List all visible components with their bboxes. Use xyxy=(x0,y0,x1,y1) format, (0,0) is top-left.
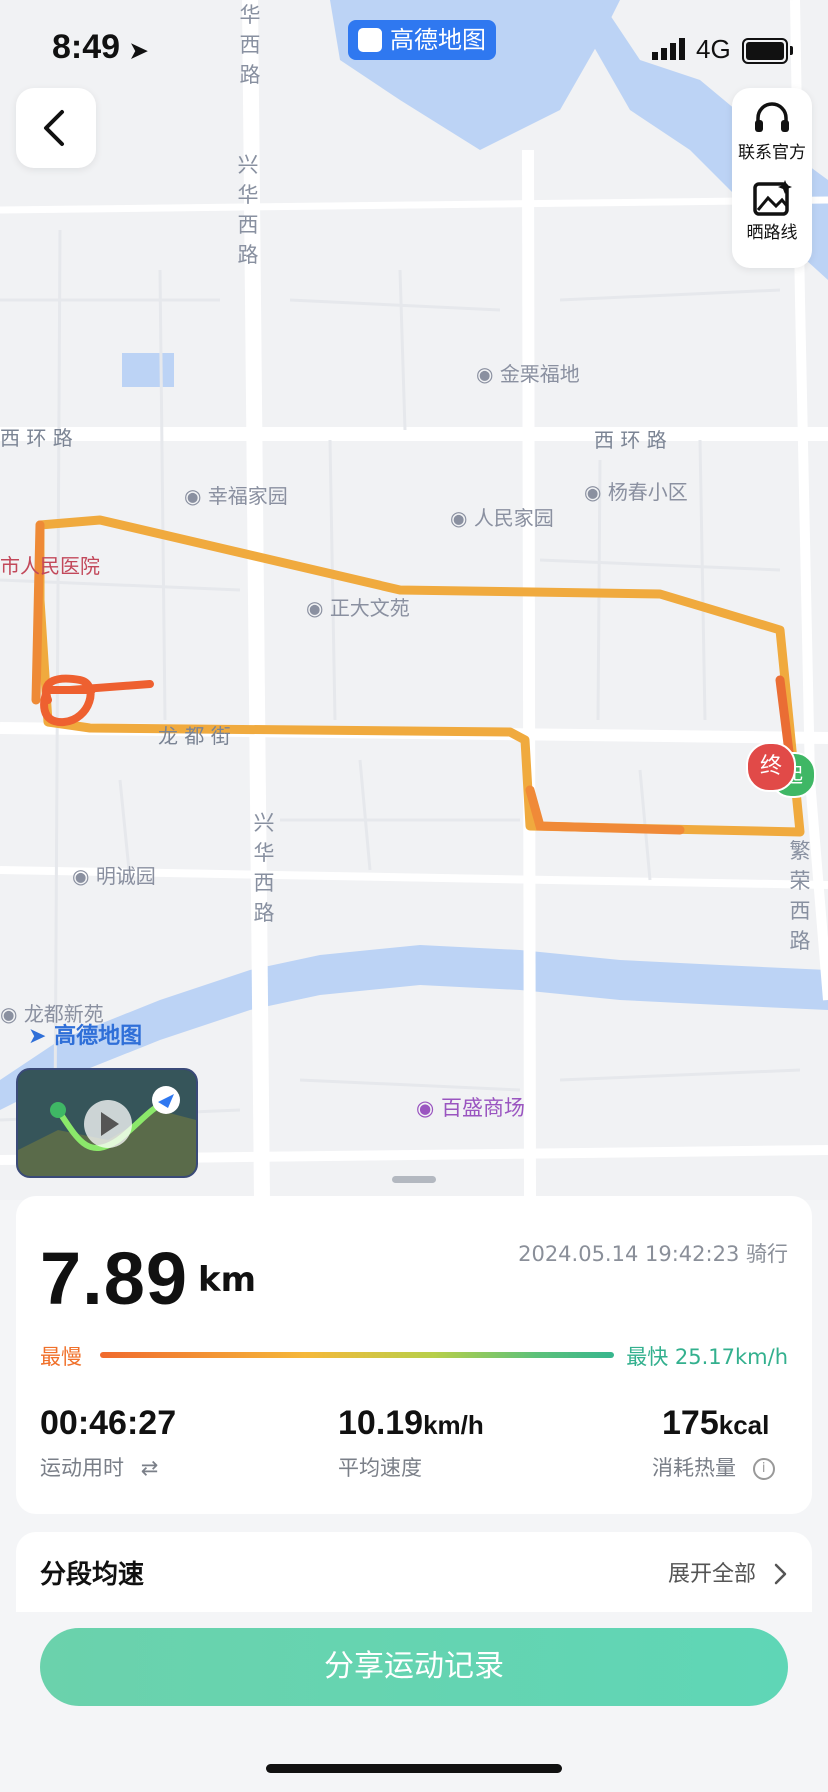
poi-pin-icon: ◉ xyxy=(476,362,500,386)
poi-pin-icon: ◉ xyxy=(306,596,330,620)
home-indicator[interactable] xyxy=(266,1764,562,1773)
mall-pin-icon: ◉ xyxy=(416,1096,441,1120)
poi-hospital[interactable]: 市人民医院 xyxy=(0,550,100,579)
poi-pin-icon: ◉ xyxy=(450,506,474,530)
end-marker[interactable]: 终 xyxy=(746,742,796,792)
road-label-west-ring-left: 西 环 路 xyxy=(0,426,73,450)
expand-all-link[interactable]: 展开全部 xyxy=(668,1556,756,1588)
poi-zhengda[interactable]: ◉ 正大文苑 xyxy=(306,592,410,621)
contact-official-label: 联系官方 xyxy=(738,143,806,163)
calories: 175kcal xyxy=(662,1404,769,1443)
segment-title: 分段均速 xyxy=(40,1560,145,1590)
amap-logo-icon: ➤ xyxy=(28,1024,47,1049)
avg-speed-label: 平均速度 xyxy=(338,1456,422,1480)
poi-mingcheng[interactable]: ◉ 明诚园 xyxy=(72,860,156,889)
calories-unit: kcal xyxy=(718,1410,770,1440)
signal-icon xyxy=(652,38,685,60)
poi-renmin[interactable]: ◉ 人民家园 xyxy=(450,502,554,531)
road-label-longdu: 龙 都 街 xyxy=(158,724,231,748)
info-icon[interactable]: i xyxy=(752,1458,775,1480)
road-label-xinghua-top: 兴华西路 xyxy=(237,153,259,267)
avg-speed: 10.19km/h xyxy=(338,1404,484,1443)
chevron-left-icon xyxy=(44,110,64,146)
back-button[interactable] xyxy=(16,88,96,168)
map-tools-panel: 联系官方 晒路线 xyxy=(732,88,812,268)
headset-icon xyxy=(755,102,789,132)
share-route-button[interactable]: 晒路线 xyxy=(732,178,812,266)
fastest-label: 最快 25.17km/h xyxy=(626,1345,788,1369)
chevron-right-icon[interactable] xyxy=(772,1562,788,1586)
distance-value: 7.89 xyxy=(40,1237,189,1320)
amap-back-pill[interactable]: 高德地图 xyxy=(348,20,496,60)
network-type: 4G xyxy=(696,34,731,64)
route-map[interactable]: 西 环 路 西 环 路 龙 都 街 华西路 兴华西路 兴华西路 繁荣西路 ◉ 金… xyxy=(0,0,828,1201)
duration-value: 00:46:27 xyxy=(40,1404,177,1442)
distance-unit: km xyxy=(198,1260,257,1300)
road-label-fanrong: 繁荣西路 xyxy=(789,839,811,953)
calories-label-row: 消耗热量 i xyxy=(652,1452,775,1482)
activity-datetime: 2024.05.14 19:42:23 骑行 xyxy=(518,1242,788,1266)
poi-pin-icon: ◉ xyxy=(584,480,608,504)
contact-official-button[interactable]: 联系官方 xyxy=(732,88,812,176)
play-icon[interactable] xyxy=(90,1096,126,1150)
amap-app-icon xyxy=(358,28,382,52)
poi-pin-icon: ◉ xyxy=(72,864,96,888)
share-record-button[interactable]: 分享运动记录 xyxy=(40,1628,788,1706)
swap-icon: ⇄ xyxy=(140,1456,159,1480)
avg-speed-value: 10.19 xyxy=(338,1404,424,1442)
slowest-label: 最慢 xyxy=(40,1345,82,1369)
sheet-grabber[interactable] xyxy=(392,1176,436,1183)
duration-toggle[interactable]: 运动用时 ⇄ xyxy=(40,1452,158,1482)
road-label-xinghua-bottom: 兴华西路 xyxy=(253,811,275,925)
speed-gradient-bar xyxy=(100,1352,614,1358)
share-route-label: 晒路线 xyxy=(746,223,798,243)
poi-mall[interactable]: ◉ 百盛商场 xyxy=(416,1092,525,1122)
amap-watermark: ➤ 高德地图 xyxy=(28,1024,143,1049)
avg-speed-unit: km/h xyxy=(423,1410,484,1440)
route-replay-thumbnail[interactable] xyxy=(16,1068,198,1178)
image-sparkle-icon xyxy=(753,180,792,216)
poi-yangchun[interactable]: ◉ 杨春小区 xyxy=(584,476,688,505)
road-label-west-ring-right: 西 环 路 xyxy=(594,428,667,452)
location-arrow-icon: ➤ xyxy=(129,38,148,63)
calories-value: 175 xyxy=(662,1404,719,1442)
battery-icon xyxy=(742,38,793,64)
poi-xingfu[interactable]: ◉ 幸福家园 xyxy=(184,480,288,509)
segment-speed-card: 分段均速 展开全部 xyxy=(16,1532,812,1612)
activity-summary-card: 7.89 km 2024.05.14 19:42:23 骑行 最慢 最快 25.… xyxy=(16,1196,812,1514)
poi-pin-icon: ◉ xyxy=(0,1002,24,1026)
poi-jinli[interactable]: ◉ 金栗福地 xyxy=(476,358,580,387)
poi-pin-icon: ◉ xyxy=(184,484,208,508)
status-time: 8:49 ➤ xyxy=(52,28,148,66)
status-bar: 8:49 ➤ 高德地图 4G xyxy=(0,0,828,100)
